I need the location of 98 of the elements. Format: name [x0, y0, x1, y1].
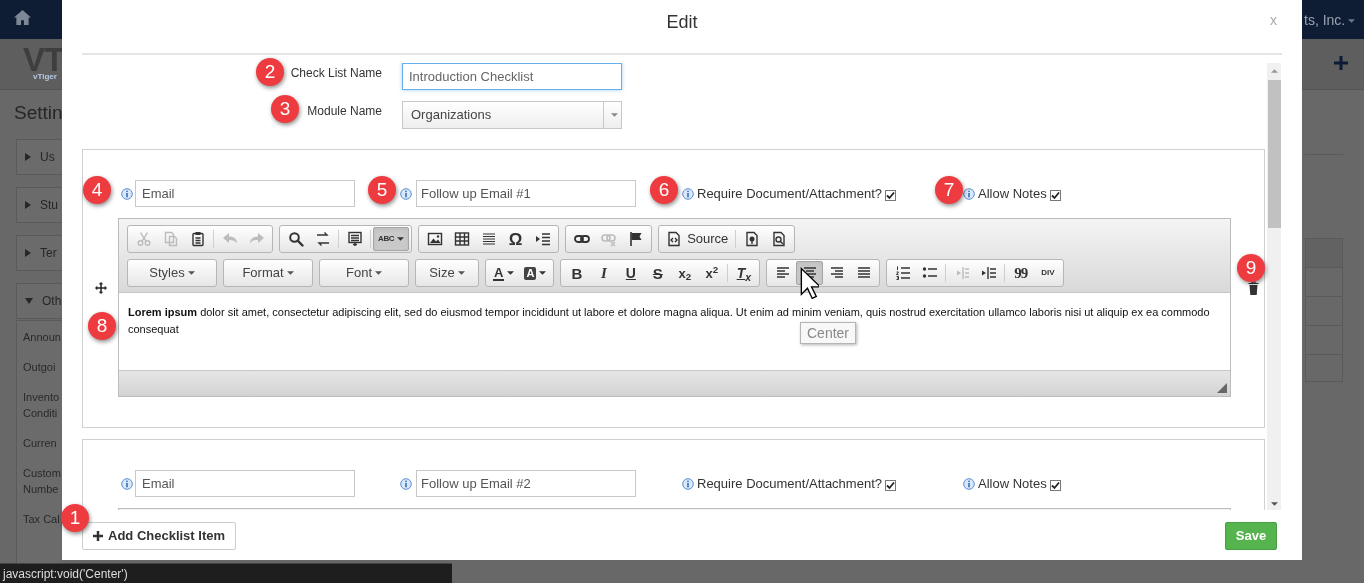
unlink-icon [600, 231, 617, 247]
toolbar-button[interactable]: A [488, 261, 520, 285]
checkbox[interactable] [1049, 479, 1061, 491]
check-icon [1050, 190, 1060, 200]
toolbar-button[interactable]: Source [661, 227, 734, 251]
caret-icon [507, 271, 515, 275]
plus-icon [93, 531, 103, 541]
copy-icon [162, 231, 179, 247]
replace-icon [314, 231, 331, 247]
toolbar-button[interactable]: 99 [1007, 261, 1035, 285]
checkbox[interactable] [885, 189, 896, 201]
option-label: Allow Notes [978, 474, 1047, 493]
indent-icon [980, 265, 997, 281]
justify-icon [855, 265, 872, 281]
option-label: Allow Notes [978, 184, 1047, 203]
dialog-title: Edit [666, 10, 698, 34]
dropdown-button[interactable]: Format [226, 261, 310, 285]
info-icon[interactable] [963, 187, 975, 200]
caret-icon [397, 237, 405, 241]
mouse-cursor-icon [800, 267, 819, 300]
move-icon[interactable] [94, 282, 107, 294]
tooltip: Center [800, 322, 857, 344]
toolbar-button[interactable]: U [617, 261, 645, 285]
section-label: Us [40, 149, 55, 166]
page-break-icon [534, 231, 551, 247]
template-icon [743, 231, 760, 247]
align-center-icon [801, 265, 818, 281]
caret-icon [286, 271, 294, 275]
flag-icon [627, 231, 644, 247]
section-label: Oth [42, 293, 62, 310]
bulleted-list-icon [921, 265, 938, 281]
info-icon[interactable] [963, 477, 975, 490]
toolbar-button[interactable]: x$_{2}$ [671, 261, 699, 285]
item-type-field[interactable]: Email [135, 180, 355, 207]
info-icon[interactable] [400, 477, 412, 490]
plus-icon[interactable] [1333, 55, 1349, 71]
check-icon [886, 480, 895, 490]
add-checklist-item-button[interactable]: Add Checklist Item [82, 522, 237, 550]
caret-icon [187, 271, 195, 275]
image-icon [426, 231, 443, 247]
option-label: Require Document/Attachment? [697, 184, 882, 203]
toolbar-button[interactable]: B [563, 261, 591, 285]
page-title: Settin [14, 103, 63, 122]
scroll-down-icon[interactable] [1270, 502, 1278, 506]
caret-icon [539, 271, 547, 275]
logo-tagline: vTiger [33, 73, 57, 81]
section-label: Ter [40, 245, 57, 262]
toolbar-button[interactable]: A [519, 261, 552, 285]
preview-icon [770, 231, 787, 247]
toolbar-button[interactable]: Ω [502, 227, 530, 251]
code-document-icon [666, 231, 683, 247]
item-title-field[interactable]: Follow up Email #2 [416, 470, 636, 497]
align-left-icon [774, 265, 791, 281]
select-all-icon [346, 231, 363, 247]
caret-icon [375, 271, 382, 275]
numbered-list-icon [894, 265, 911, 281]
account-menu[interactable]: ts, Inc. [1304, 10, 1356, 31]
dropdown-button[interactable]: Font [322, 261, 406, 285]
checkbox[interactable] [885, 479, 896, 491]
check-icon [1050, 480, 1060, 490]
checkbox[interactable] [1049, 189, 1061, 201]
align-right-icon [828, 265, 845, 281]
trash-icon[interactable] [1248, 281, 1259, 295]
field-label: Check List Name [290, 65, 382, 82]
status-bar: javascript:void('Center') [0, 563, 452, 583]
toolbar-button[interactable]: S [644, 261, 672, 285]
module-select[interactable]: Organizations [402, 101, 622, 129]
home-icon[interactable] [13, 9, 32, 26]
caret-icon [457, 271, 465, 275]
dropdown-button[interactable]: Size [418, 261, 476, 285]
toolbar-button[interactable]: I [590, 261, 618, 285]
toolbar-button[interactable]: ABC [373, 227, 410, 251]
dropdown-button[interactable]: Styles [130, 261, 214, 285]
option-label: Require Document/Attachment? [697, 474, 882, 493]
caret-icon [1348, 18, 1356, 23]
caret-icon [610, 113, 618, 117]
info-icon[interactable] [400, 187, 412, 200]
scrollbar-thumb[interactable] [1267, 80, 1281, 228]
search-icon [287, 231, 304, 247]
clipboard-icon [189, 231, 206, 247]
checklist-name-field[interactable]: Introduction Checklist [402, 63, 622, 90]
info-icon[interactable] [121, 187, 133, 200]
table-icon [453, 231, 470, 247]
info-icon[interactable] [121, 477, 133, 490]
toolbar-button[interactable]: x$^{2}$ [698, 261, 726, 285]
item-title-field[interactable]: Follow up Email #1 [416, 180, 636, 207]
scrollbar[interactable] [1267, 63, 1281, 510]
section-label: Stu [40, 197, 58, 214]
scissors-icon [135, 231, 152, 247]
info-icon[interactable] [682, 187, 694, 200]
item-type-field[interactable]: Email [135, 470, 355, 497]
toolbar-button[interactable]: T$_{x}$ [730, 261, 758, 285]
toolbar-button[interactable]: DIV [1034, 261, 1062, 285]
check-icon [886, 190, 895, 200]
info-icon[interactable] [682, 477, 694, 490]
field-label: Module Name [307, 103, 382, 120]
horizontal-line-icon [480, 231, 497, 247]
resize-handle-icon[interactable] [1217, 383, 1227, 393]
